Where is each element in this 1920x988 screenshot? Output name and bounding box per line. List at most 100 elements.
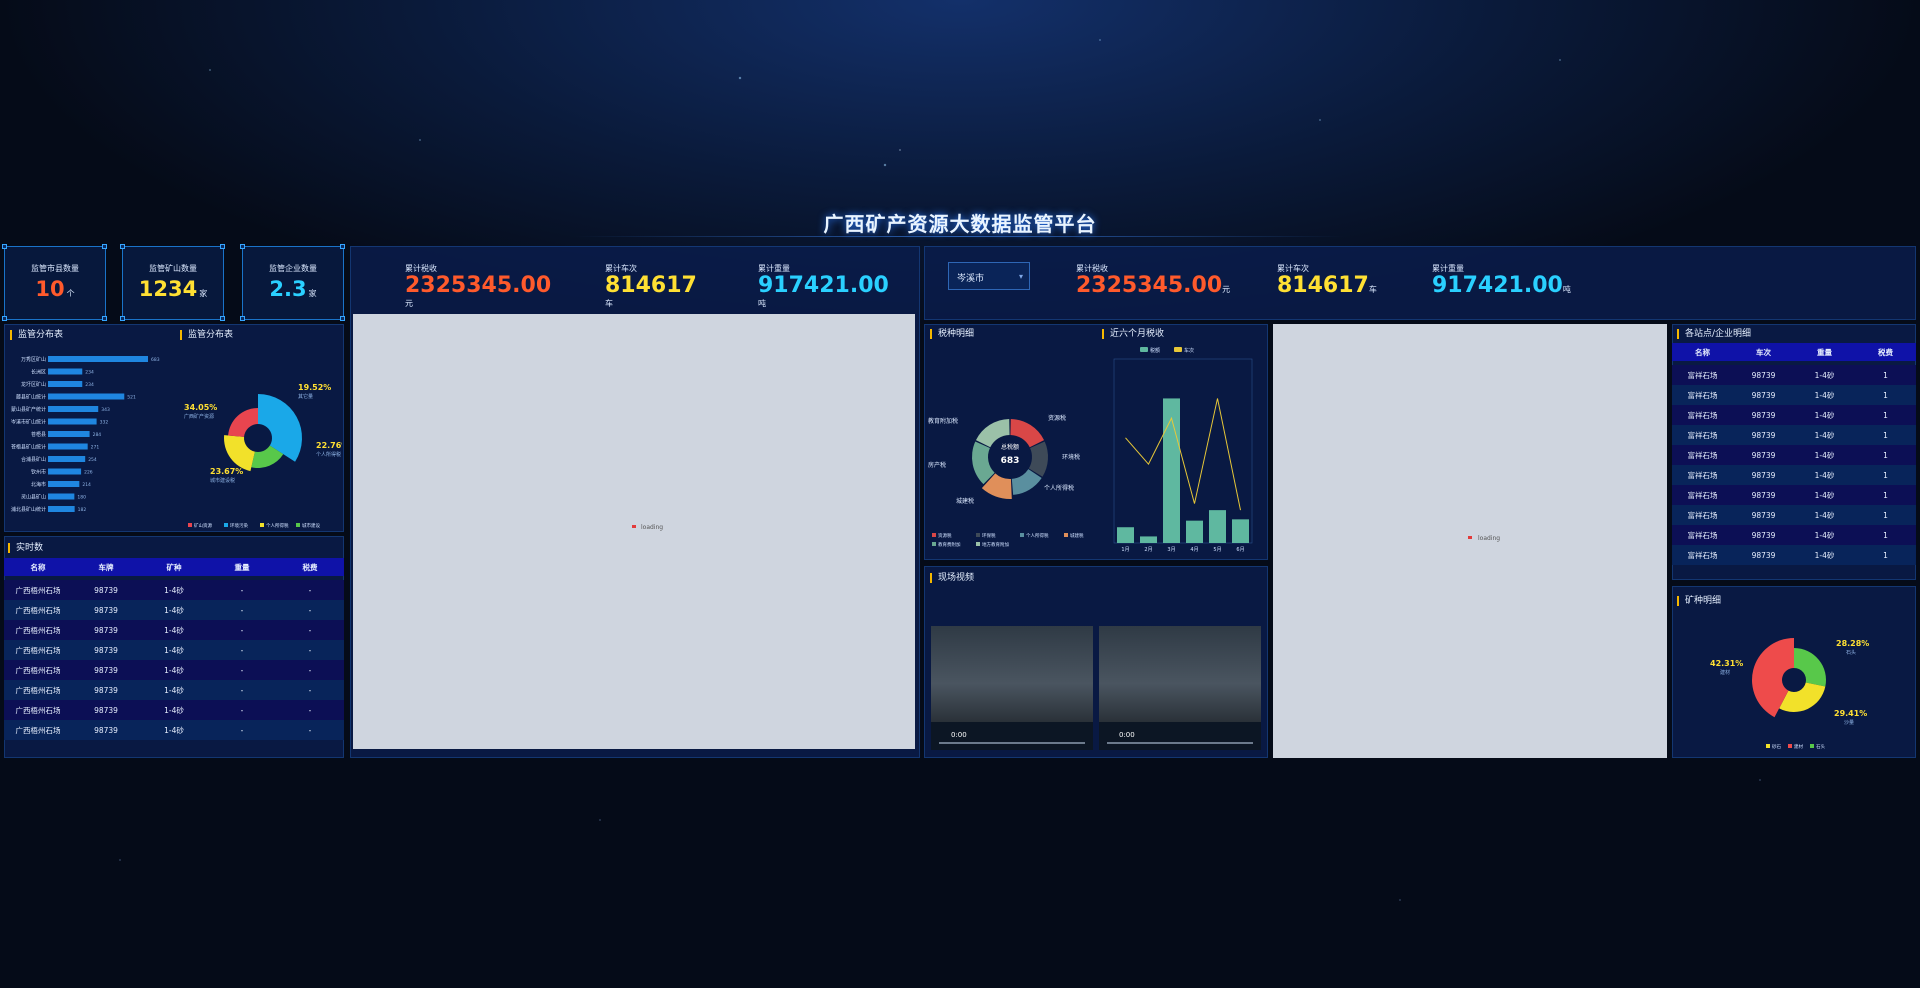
pie-name: 沙量: [1844, 719, 1854, 726]
table-row[interactable]: 富祥石场 98739 1-4砂 1: [1672, 365, 1916, 385]
bar: [48, 368, 83, 375]
stat-label: 监管企业数量: [269, 264, 317, 273]
table-cell: 1-4砂: [140, 680, 208, 700]
table-header-cell[interactable]: 重量: [1794, 343, 1855, 361]
table-header-row: 名称 车次 重量 税费: [1672, 343, 1916, 361]
mineral-title: 矿种明细: [1677, 596, 1721, 606]
video-time: 0:00: [951, 731, 967, 739]
legend-swatch: [1140, 347, 1148, 352]
table-cell: -: [276, 700, 344, 720]
table-row[interactable]: 广西梧州石场 98739 1-4砂 - -: [4, 680, 344, 700]
table-row[interactable]: 富祥石场 98739 1-4砂 1: [1672, 385, 1916, 405]
table-row[interactable]: 广西梧州石场 98739 1-4砂 - -: [4, 620, 344, 640]
table-cell: 1-4砂: [1794, 385, 1855, 405]
table-cell: 广西梧州石场: [4, 640, 72, 660]
total-item: 累计税收2325345.00元: [405, 263, 551, 309]
pie-pct: 28.28%: [1836, 639, 1869, 648]
legend-swatch: [1174, 347, 1182, 352]
table-header-cell[interactable]: 重量: [208, 558, 276, 576]
bar: [48, 381, 83, 387]
legend-label: 教育费附加: [938, 541, 961, 548]
left-map[interactable]: loading: [353, 314, 915, 749]
table-cell: -: [208, 640, 276, 660]
video-progress-bar[interactable]: [1107, 742, 1253, 744]
bar: [48, 443, 88, 450]
legend-swatch: [296, 523, 300, 527]
table-row[interactable]: 富祥石场 98739 1-4砂 1: [1672, 485, 1916, 505]
table-row[interactable]: 广西梧州石场 98739 1-4砂 - -: [4, 580, 344, 600]
table-row[interactable]: 富祥石场 98739 1-4砂 1: [1672, 405, 1916, 425]
realtime-table-wrap[interactable]: 名称 车牌 矿种 重量 税费 广西梧州石场 98739 1-4砂 - - 广西梧州石场 98739 1-…: [4, 558, 344, 750]
table-row[interactable]: 广西梧州石场 98739 1-4砂 - -: [4, 640, 344, 660]
table-cell: -: [208, 680, 276, 700]
table-cell: -: [208, 660, 276, 680]
table-header-cell[interactable]: 名称: [1672, 343, 1733, 361]
stations-table-wrap[interactable]: 名称 车次 重量 税费 富祥石场 98739 1-4砂 1 富祥石场 98739 1-4砂 1 富祥石场…: [1672, 343, 1916, 577]
table-cell: -: [276, 680, 344, 700]
table-cell: 98739: [1733, 385, 1794, 405]
table-cell: 98739: [1733, 525, 1794, 545]
bar-label: 合浦县矿山: [21, 456, 46, 463]
bar: [48, 468, 82, 475]
bar-label: 钦州市: [31, 469, 46, 476]
video-player-1[interactable]: 0:00: [931, 626, 1093, 750]
video-player-2[interactable]: 0:00: [1099, 626, 1261, 750]
table-header-cell[interactable]: 车牌: [72, 558, 140, 576]
legend-swatch: [932, 533, 936, 537]
donut-label: 环境税: [1062, 453, 1080, 461]
table-row[interactable]: 富祥石场 98739 1-4砂 1: [1672, 465, 1916, 485]
total-item: 累计车次814617车: [1277, 263, 1377, 298]
right-map[interactable]: loading: [1273, 324, 1667, 758]
card-corner: [120, 316, 125, 321]
x-tick-label: 5月: [1213, 547, 1221, 553]
table-row[interactable]: 富祥石场 98739 1-4砂 1: [1672, 505, 1916, 525]
bar-label: 苍梧县矿山统计: [11, 444, 46, 451]
stat-unit: 个: [66, 289, 75, 298]
table-row[interactable]: 广西梧州石场 98739 1-4砂 - -: [4, 660, 344, 680]
bar-label: 藤县矿山统计: [16, 394, 46, 401]
bar-value: 214: [82, 482, 91, 488]
legend-label: 税额: [1150, 347, 1160, 354]
legend-label: 矿山资源: [194, 522, 212, 529]
bar: [1209, 510, 1226, 543]
table-header-cell[interactable]: 名称: [4, 558, 72, 576]
table-header-cell[interactable]: 矿种: [140, 558, 208, 576]
table-header-cell[interactable]: 税费: [276, 558, 344, 576]
city-select[interactable]: 岑溪市 ▾: [948, 262, 1030, 290]
bar-value: 180: [77, 495, 86, 501]
table-cell: 98739: [72, 660, 140, 680]
table-row[interactable]: 广西梧州石场 98739 1-4砂 - -: [4, 720, 344, 740]
table-row[interactable]: 广西梧州石场 98739 1-4砂 - -: [4, 600, 344, 620]
table-row[interactable]: 广西梧州石场 98739 1-4砂 - -: [4, 700, 344, 720]
loading-text: loading: [641, 524, 664, 531]
card-corner: [2, 316, 7, 321]
table-cell: 1-4砂: [140, 600, 208, 620]
legend-label: 环保税: [982, 532, 996, 539]
table-row[interactable]: 富祥石场 98739 1-4砂 1: [1672, 545, 1916, 565]
pie-pct: 42.31%: [1710, 659, 1743, 668]
bar-value: 182: [78, 507, 87, 513]
table-row[interactable]: 富祥石场 98739 1-4砂 1: [1672, 425, 1916, 445]
table-row[interactable]: 富祥石场 98739 1-4砂 1: [1672, 445, 1916, 465]
pie-slice: [1794, 648, 1826, 687]
table-cell: 1-4砂: [1794, 485, 1855, 505]
video-frame: [1099, 626, 1261, 722]
table-cell: 98739: [72, 580, 140, 600]
pie-name: 建材: [1720, 669, 1730, 676]
bar-value: 254: [88, 457, 97, 463]
realtime-table: 名称 车牌 矿种 重量 税费 广西梧州石场 98739 1-4砂 - - 广西梧州石场 98739 1-…: [4, 558, 344, 740]
pie-name: 个人所得税: [316, 451, 341, 458]
total-value: 917421.00: [1432, 273, 1563, 298]
right-totals-panel: [924, 246, 1916, 320]
video-progress-bar[interactable]: [939, 742, 1085, 744]
table-header-cell[interactable]: 税费: [1855, 343, 1916, 361]
table-cell: 1: [1855, 485, 1916, 505]
bar-value: 271: [91, 445, 100, 451]
x-tick-label: 3月: [1167, 547, 1175, 553]
table-header-cell[interactable]: 车次: [1733, 343, 1794, 361]
plot-frame: [1113, 358, 1253, 544]
series-line: [1125, 398, 1241, 511]
card-corner: [340, 244, 345, 249]
table-row[interactable]: 富祥石场 98739 1-4砂 1: [1672, 525, 1916, 545]
card-corner: [240, 316, 245, 321]
